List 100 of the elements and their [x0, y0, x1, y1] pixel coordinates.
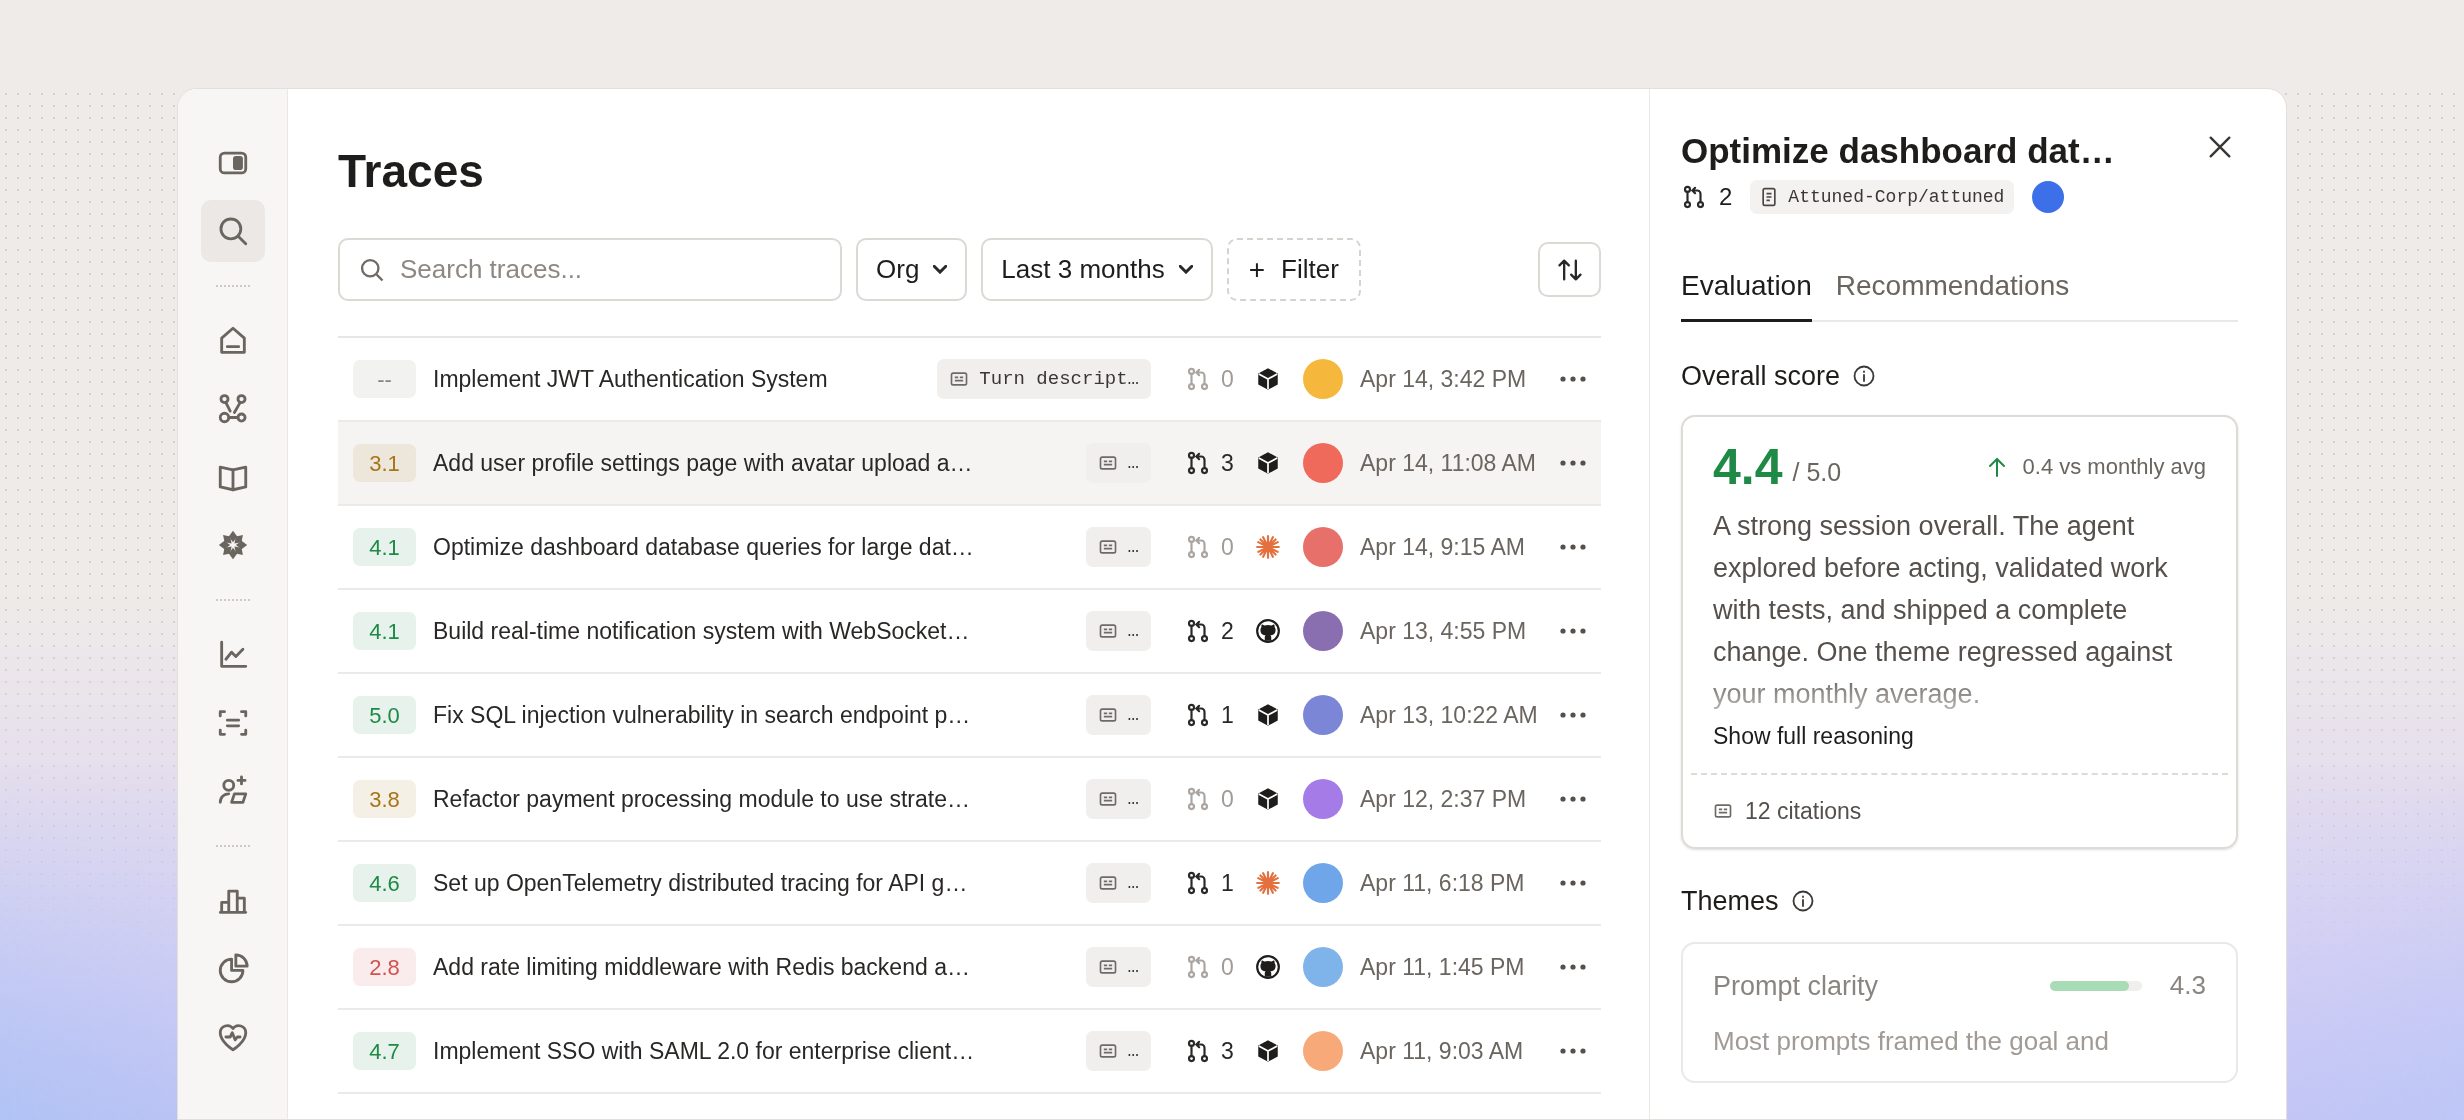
score-badge: 4.7 [353, 1032, 416, 1070]
plus-icon: + [1248, 248, 1265, 291]
table-row[interactable]: 4.6 Set up OpenTelemetry distributed tracing for API g… … 1 Apr 11, 6:18 PM [338, 842, 1601, 926]
score-badge: 4.1 [353, 612, 416, 650]
cube-icon [1255, 366, 1281, 392]
pull-request-icon [1185, 534, 1211, 560]
trace-title[interactable]: Optimize dashboard database queries for large dat… [433, 529, 974, 565]
pr-count: 2 [1221, 616, 1234, 646]
page-title: Traces [338, 144, 484, 199]
score-badge: -- [353, 360, 416, 398]
trace-date: Apr 11, 6:18 PM [1360, 868, 1526, 898]
score-badge: 5.0 [353, 696, 416, 734]
caption-icon [1097, 705, 1118, 725]
pull-request-icon [1185, 954, 1211, 980]
repo-tag[interactable]: Attuned-Corp/attuned [1750, 180, 2015, 214]
more-icon [1560, 375, 1586, 383]
trace-date: Apr 14, 11:08 AM [1360, 448, 1537, 478]
pull-request-icon [1185, 450, 1211, 476]
theme-score: 4.3 [2169, 969, 2206, 1003]
trace-title[interactable]: Refactor payment processing module to use strate… [433, 781, 970, 817]
pr-count: 1 [1221, 700, 1234, 730]
caption-icon [1097, 873, 1118, 893]
filter-button[interactable]: + Filter [1226, 238, 1361, 301]
sort-button[interactable] [1538, 242, 1601, 297]
pull-request-icon [1185, 870, 1211, 896]
org-dropdown[interactable]: Org [856, 238, 968, 301]
table-row[interactable]: 2.8 Add rate limiting middleware with Redis backend a… … 0 Apr 11, 1:45 PM [338, 926, 1601, 1010]
score-delta: 0.4 vs monthly avg [2022, 453, 2206, 481]
turn-tag[interactable]: … [1085, 779, 1151, 819]
pr-count: 0 [1221, 532, 1234, 562]
sidebar-item[interactable] [200, 200, 265, 262]
date-range-dropdown[interactable]: Last 3 months [981, 238, 1213, 301]
more-icon [1560, 1047, 1586, 1055]
score-badge: 4.6 [353, 864, 416, 902]
citations-count[interactable]: 12 citations [1745, 793, 1862, 829]
pull-request-icon [1681, 184, 1707, 210]
asterisk-icon [1255, 870, 1281, 896]
trace-title[interactable]: Build real-time notification system with WebSocket… [433, 613, 970, 649]
turn-tag[interactable]: … [1085, 695, 1151, 735]
section-heading: Overall score [1681, 360, 1841, 393]
more-icon [1560, 963, 1586, 971]
trace-title[interactable]: Implement SSO with SAML 2.0 for enterprise client… [433, 1033, 975, 1069]
score-badge: 2.8 [353, 948, 416, 986]
turn-tag[interactable]: … [1085, 947, 1151, 987]
pr-count: 0 [1221, 784, 1234, 814]
trace-date: Apr 14, 9:15 AM [1360, 532, 1526, 562]
trace-date: Apr 14, 3:42 PM [1360, 364, 1528, 394]
trace-date: Apr 12, 2:37 PM [1360, 784, 1528, 814]
cube-icon [1255, 450, 1281, 476]
round-logo-icon [1255, 618, 1281, 644]
search-input[interactable]: Search traces... [400, 250, 822, 289]
show-reasoning-link[interactable]: Show full reasoning [1713, 718, 1914, 753]
trace-title[interactable]: Add rate limiting middleware with Redis backend a… [433, 949, 970, 985]
caption-icon [949, 369, 970, 389]
caption-icon [1097, 621, 1118, 641]
table-row[interactable]: 4.7 Implement SSO with SAML 2.0 for enterprise client… … 3 Apr 11, 9:03 AM [338, 1010, 1601, 1094]
pr-count: 0 [1221, 952, 1234, 982]
turn-tag[interactable]: … [1085, 1031, 1151, 1071]
info-icon [1790, 889, 1815, 914]
table-row[interactable]: 3.1 Add user profile settings page with avatar upload a… … 3 Apr 14, 11:08 AM [338, 422, 1601, 506]
tab[interactable]: Recommendations [1835, 265, 2070, 322]
caption-icon [1097, 789, 1118, 809]
pull-request-icon [1185, 702, 1211, 728]
score-summary: A strong session overall. The agent explored before acting, validated work with tests, and shipped a complete change. One theme regressed against your monthly average. [1712, 509, 2174, 711]
turn-tag[interactable]: … [1085, 443, 1151, 483]
pr-count: 0 [1221, 364, 1234, 394]
turn-tag[interactable]: … [1085, 611, 1151, 651]
document-icon [1760, 187, 1779, 207]
more-icon [1560, 711, 1586, 719]
trace-title[interactable]: Set up OpenTelemetry distributed tracing for API g… [433, 865, 968, 901]
trace-title[interactable]: Add user profile settings page with avatar upload a… [433, 445, 973, 481]
turn-tag[interactable]: … [1085, 863, 1151, 903]
trace-date: Apr 13, 4:55 PM [1360, 616, 1528, 646]
cube-icon [1255, 1038, 1281, 1064]
trace-date: Apr 11, 1:45 PM [1360, 952, 1526, 982]
more-icon [1560, 795, 1586, 803]
search-field[interactable]: Search traces... [338, 238, 842, 301]
trace-title[interactable]: Fix SQL injection vulnerability in search endpoint p… [433, 697, 971, 733]
score-badge: 3.1 [353, 444, 416, 482]
pr-count: 1 [1221, 868, 1234, 898]
pull-request-icon [1185, 366, 1211, 392]
trace-title[interactable]: Implement JWT Authentication System [433, 361, 828, 397]
pr-count: 3 [1221, 448, 1234, 478]
tab[interactable]: Evaluation [1681, 265, 1812, 322]
pull-request-icon [1185, 1038, 1211, 1064]
caption-icon [1713, 801, 1733, 821]
table-row[interactable]: 4.1 Build real-time notification system with WebSocket… … 2 Apr 13, 4:55 PM [338, 590, 1601, 674]
more-icon [1560, 627, 1586, 635]
table-row[interactable]: 4.1 Optimize dashboard database queries for large dat… … 0 Apr 14, 9:15 AM [338, 506, 1601, 590]
caption-icon [1097, 537, 1118, 557]
asterisk-icon [1255, 534, 1281, 560]
score-max: / 5.0 [1792, 456, 1842, 488]
turn-tag[interactable]: … [1085, 527, 1151, 567]
round-logo-icon [1255, 954, 1281, 980]
score-badge: 4.1 [353, 528, 416, 566]
chevron-down-icon [1178, 265, 1193, 274]
more-icon [1560, 543, 1586, 551]
turn-tag[interactable]: Turn descript… [937, 359, 1151, 399]
table-row[interactable]: 5.0 Fix SQL injection vulnerability in search endpoint p… … 1 Apr 13, 10:22 AM [338, 674, 1601, 758]
table-row[interactable]: 3.8 Refactor payment processing module to use strate… … 0 Apr 12, 2:37 PM [338, 758, 1601, 842]
